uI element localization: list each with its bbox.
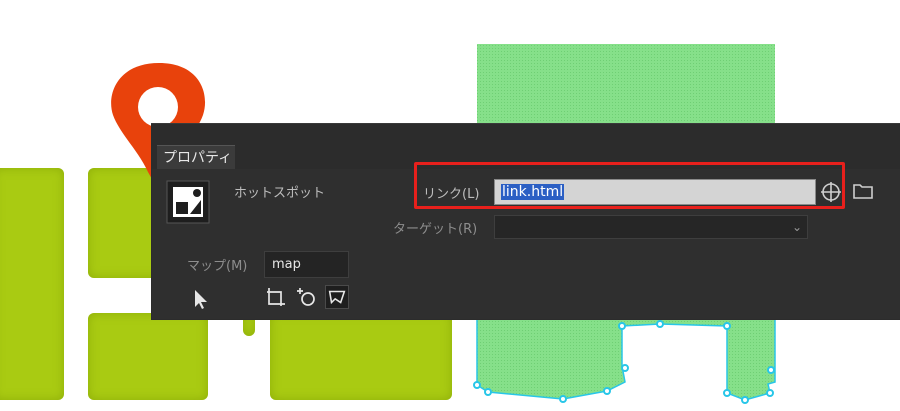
target-label: ターゲット(R)	[393, 222, 478, 237]
target-select[interactable]	[494, 215, 808, 239]
rectangle-hotspot-tool-icon[interactable]	[264, 285, 288, 309]
circle-hotspot-tool-icon[interactable]	[294, 285, 318, 309]
hotspot-image-icon	[166, 180, 210, 224]
map-label: マップ(M)	[187, 259, 248, 274]
chevron-down-icon[interactable]: ⌄	[787, 216, 807, 238]
hotspot-label: ホットスポット	[234, 186, 326, 201]
tab-properties[interactable]: プロパティ	[157, 145, 235, 169]
link-highlight-annotation	[414, 162, 845, 209]
map-name-input[interactable]: map	[264, 251, 349, 278]
pointer-hotspot-tool-icon[interactable]	[189, 287, 213, 311]
polygon-hotspot-tool-icon[interactable]	[325, 285, 349, 309]
folder-icon[interactable]	[851, 179, 875, 203]
